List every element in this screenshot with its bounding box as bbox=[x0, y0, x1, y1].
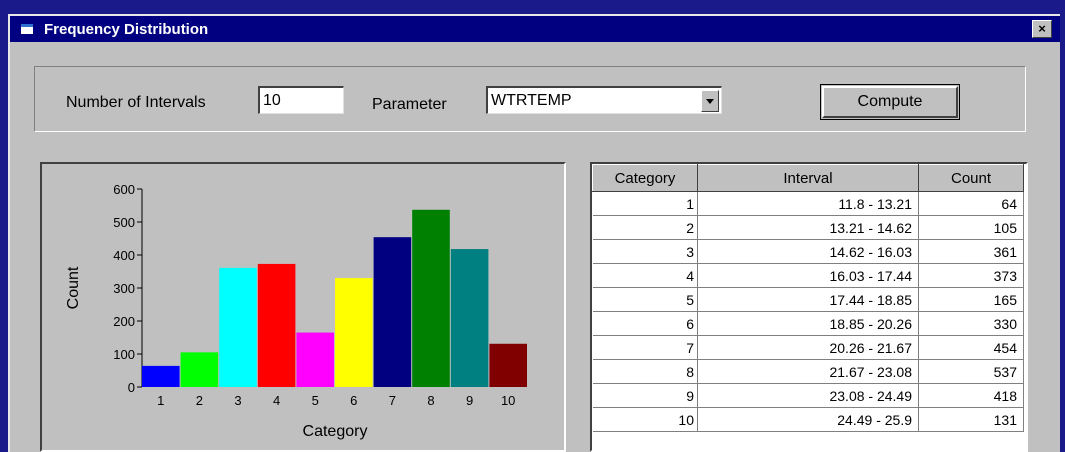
bar-category-2 bbox=[180, 352, 219, 387]
table-header-row: Category Interval Count bbox=[592, 164, 1024, 192]
bar-category-8 bbox=[412, 209, 450, 387]
interval-cell: 18.85 - 20.26 bbox=[697, 311, 919, 336]
category-cell: 2 bbox=[592, 215, 698, 240]
x-tick-label: 7 bbox=[389, 393, 396, 408]
interval-cell: 20.26 - 21.67 bbox=[697, 335, 919, 360]
count-cell: 131 bbox=[918, 407, 1024, 432]
y-tick-label: 100 bbox=[113, 347, 135, 362]
category-cell: 1 bbox=[592, 191, 698, 216]
y-tick-label: 300 bbox=[113, 281, 135, 296]
compute-button[interactable]: Compute bbox=[820, 84, 960, 120]
title-bar[interactable]: Frequency Distribution × bbox=[10, 16, 1060, 42]
dropdown-arrow-icon[interactable] bbox=[701, 90, 719, 112]
y-axis-label: Count bbox=[65, 266, 82, 309]
category-cell: 5 bbox=[592, 287, 698, 312]
bar-category-7 bbox=[373, 237, 412, 387]
y-tick-label: 400 bbox=[113, 248, 135, 263]
interval-cell: 17.44 - 18.85 bbox=[697, 287, 919, 312]
parameter-select-value: WTRTEMP bbox=[491, 92, 572, 109]
category-cell: 8 bbox=[592, 359, 698, 384]
count-cell: 373 bbox=[918, 263, 1024, 288]
count-cell: 165 bbox=[918, 287, 1024, 312]
intervals-input[interactable]: 10 bbox=[258, 86, 344, 114]
x-tick-label: 2 bbox=[196, 393, 203, 408]
count-cell: 105 bbox=[918, 215, 1024, 240]
frequency-chart-svg: 0 100 200 300 400 500 600 1 2 3 4 5 6 7 8 9 10 Category Co… bbox=[65, 182, 527, 440]
count-cell: 330 bbox=[918, 311, 1024, 336]
interval-cell: 14.62 - 16.03 bbox=[697, 239, 919, 264]
header-category[interactable]: Category bbox=[592, 164, 698, 192]
interval-cell: 16.03 - 17.44 bbox=[697, 263, 919, 288]
bar-category-3 bbox=[219, 267, 257, 387]
frequency-chart: 0 100 200 300 400 500 600 1 2 3 4 5 6 7 8 9 10 Category Co… bbox=[40, 162, 566, 452]
x-tick-label: 10 bbox=[501, 393, 515, 408]
category-cell: 6 bbox=[592, 311, 698, 336]
table-row[interactable]: 3 14.62 - 16.03 361 bbox=[592, 239, 1024, 264]
bar-category-1 bbox=[142, 365, 180, 387]
x-tick-label: 8 bbox=[427, 393, 434, 408]
table-row[interactable]: 7 20.26 - 21.67 454 bbox=[592, 335, 1024, 360]
parameter-label: Parameter bbox=[372, 96, 447, 113]
x-axis-label: Category bbox=[303, 423, 368, 440]
header-count[interactable]: Count bbox=[918, 164, 1024, 192]
category-cell: 9 bbox=[592, 383, 698, 408]
bar-category-10 bbox=[489, 343, 527, 387]
interval-cell: 11.8 - 13.21 bbox=[697, 191, 919, 216]
y-tick-label: 500 bbox=[113, 215, 135, 230]
interval-cell: 21.67 - 23.08 bbox=[697, 359, 919, 384]
bar-category-4 bbox=[257, 263, 296, 387]
y-tick-label: 200 bbox=[113, 314, 135, 329]
table-row[interactable]: 6 18.85 - 20.26 330 bbox=[592, 311, 1024, 336]
interval-cell: 23.08 - 24.49 bbox=[697, 383, 919, 408]
window-title: Frequency Distribution bbox=[44, 20, 209, 38]
category-cell: 7 bbox=[592, 335, 698, 360]
count-cell: 537 bbox=[918, 359, 1024, 384]
close-button[interactable]: × bbox=[1032, 20, 1052, 38]
count-cell: 64 bbox=[918, 191, 1024, 216]
interval-cell: 13.21 - 14.62 bbox=[697, 215, 919, 240]
window-icon bbox=[20, 22, 36, 36]
parameter-select[interactable]: WTRTEMP bbox=[486, 86, 722, 114]
table-row[interactable]: 1 11.8 - 13.21 64 bbox=[592, 191, 1024, 216]
x-tick-label: 1 bbox=[157, 393, 164, 408]
y-tick-label: 600 bbox=[113, 182, 135, 197]
table-row[interactable]: 8 21.67 - 23.08 537 bbox=[592, 359, 1024, 384]
y-tick-label: 0 bbox=[128, 380, 135, 395]
x-tick-label: 6 bbox=[350, 393, 357, 408]
bar-category-5 bbox=[296, 332, 334, 387]
table-row[interactable]: 4 16.03 - 17.44 373 bbox=[592, 263, 1024, 288]
intervals-label: Number of Intervals bbox=[66, 94, 206, 111]
table-row[interactable]: 2 13.21 - 14.62 105 bbox=[592, 215, 1024, 240]
x-tick-label: 3 bbox=[234, 393, 241, 408]
count-cell: 361 bbox=[918, 239, 1024, 264]
interval-cell: 24.49 - 25.9 bbox=[697, 407, 919, 432]
header-interval[interactable]: Interval bbox=[697, 164, 919, 192]
frequency-table: Category Interval Count 1 11.8 - 13.21 64 2… bbox=[590, 162, 1028, 452]
table-row[interactable]: 5 17.44 - 18.85 165 bbox=[592, 287, 1024, 312]
bar-category-6 bbox=[335, 278, 373, 387]
x-tick-label: 5 bbox=[312, 393, 319, 408]
x-tick-label: 9 bbox=[466, 393, 473, 408]
compute-button-label: Compute bbox=[822, 86, 958, 118]
count-cell: 418 bbox=[918, 383, 1024, 408]
table-row[interactable]: 10 24.49 - 25.9 131 bbox=[592, 407, 1024, 432]
category-cell: 3 bbox=[592, 239, 698, 264]
x-tick-label: 4 bbox=[273, 393, 280, 408]
table-row[interactable]: 9 23.08 - 24.49 418 bbox=[592, 383, 1024, 408]
frequency-distribution-window: Frequency Distribution × Number of Inter… bbox=[8, 14, 1060, 452]
count-cell: 454 bbox=[918, 335, 1024, 360]
bar-category-9 bbox=[450, 249, 489, 387]
category-cell: 4 bbox=[592, 263, 698, 288]
category-cell: 10 bbox=[592, 407, 698, 432]
